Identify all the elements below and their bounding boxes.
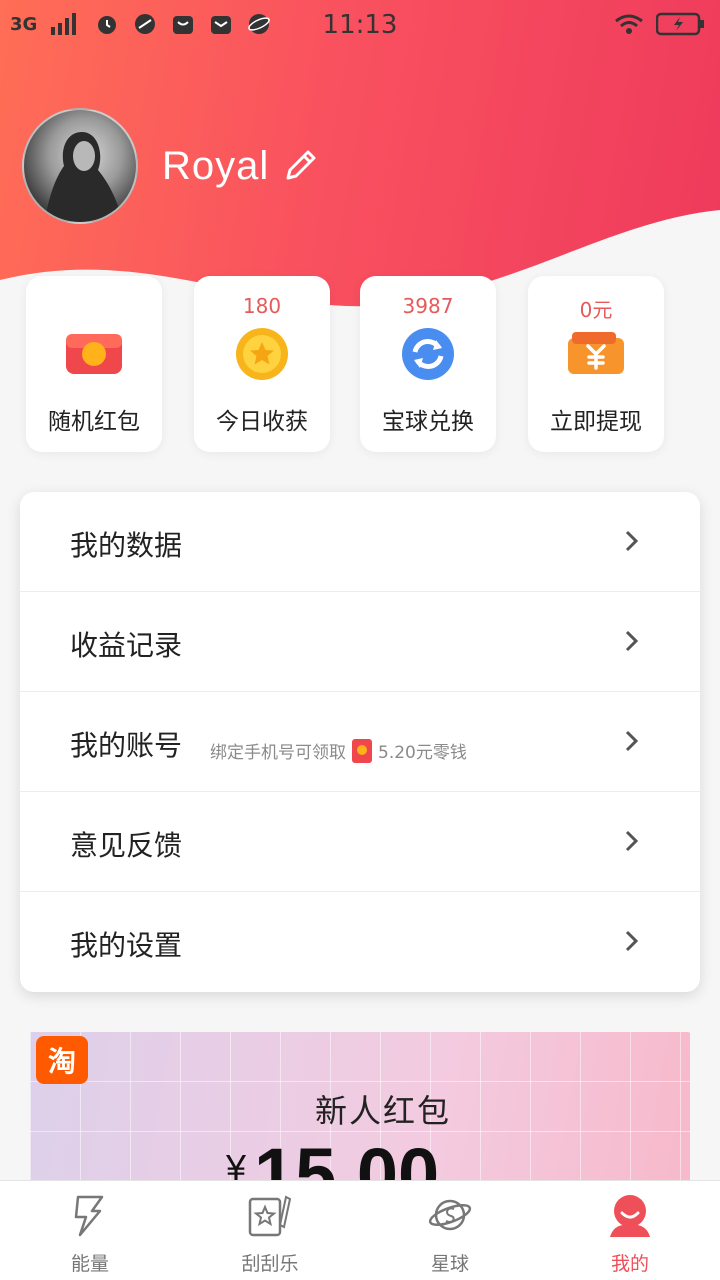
quick-actions: 随机红包 180 今日收获 3987 宝球兑换 0元 立即提现 xyxy=(0,276,720,456)
tab-label: 刮刮乐 xyxy=(241,1253,299,1275)
chevron-right-icon xyxy=(625,730,639,752)
menu-item-my-data[interactable]: 我的数据 xyxy=(20,492,700,592)
banner-currency: ¥ xyxy=(226,1147,247,1182)
tab-mine[interactable]: 我的 xyxy=(540,1181,720,1280)
chevron-right-icon xyxy=(625,930,639,952)
wifi-icon xyxy=(615,14,643,34)
banner-amount-value: 15.00 xyxy=(254,1133,440,1182)
bind-phone-hint-text: 绑定手机号可领取 xyxy=(210,743,346,763)
quick-action-count: 0元 xyxy=(579,298,613,322)
quick-action-count: 180 xyxy=(242,294,282,318)
clock: 11:13 xyxy=(322,10,398,40)
gold-coin-icon xyxy=(236,328,288,380)
username: Royal xyxy=(162,144,270,188)
menu-item-my-account[interactable]: 我的账号 绑定手机号可领取 5.20元零钱 xyxy=(20,692,700,792)
chevron-right-icon xyxy=(625,830,639,852)
new-user-red-envelope-banner[interactable]: 淘 新人红包 ¥15.00 xyxy=(30,1032,690,1182)
menu-item-settings[interactable]: 我的设置 xyxy=(20,892,700,992)
quick-action-count: 3987 xyxy=(402,294,454,318)
bind-phone-reward: 5.20元零钱 xyxy=(378,743,467,763)
profile-icon xyxy=(610,1195,650,1237)
quick-action-label: 立即提现 xyxy=(550,409,642,435)
quick-action-withdraw[interactable]: 0元 立即提现 xyxy=(528,276,664,452)
menu-item-label: 意见反馈 xyxy=(70,829,183,862)
menu-item-label: 我的账号 xyxy=(70,729,183,762)
red-envelope-icon xyxy=(66,334,122,374)
settings-menu: 我的数据 收益记录 我的账号 绑定手机号可领取 5.20元零钱 意见反馈 我的设… xyxy=(20,492,700,992)
taobao-logo: 淘 xyxy=(36,1036,88,1084)
lightning-icon xyxy=(74,1195,104,1237)
quick-action-label: 随机红包 xyxy=(48,409,140,435)
menu-item-feedback[interactable]: 意见反馈 xyxy=(20,792,700,892)
banner-title: 新人红包 xyxy=(314,1092,451,1130)
chevron-right-icon xyxy=(625,530,639,552)
quick-action-random-red-envelope[interactable]: 随机红包 xyxy=(26,276,162,452)
battery-icon xyxy=(656,12,704,36)
exchange-icon xyxy=(402,328,454,380)
planet-icon xyxy=(428,1199,472,1231)
quick-action-today-earnings[interactable]: 180 今日收获 xyxy=(194,276,330,452)
quick-action-label: 今日收获 xyxy=(216,409,308,435)
menu-item-label: 我的数据 xyxy=(70,529,183,562)
menu-item-label: 收益记录 xyxy=(70,629,183,662)
tab-energy[interactable]: 能量 xyxy=(0,1181,180,1280)
tab-label: 星球 xyxy=(430,1253,469,1275)
tab-planet[interactable]: 星球 xyxy=(360,1181,540,1280)
avatar[interactable] xyxy=(22,108,138,224)
tab-label: 能量 xyxy=(70,1253,109,1275)
avatar-photo xyxy=(44,132,123,222)
menu-item-label: 我的设置 xyxy=(70,929,183,962)
banner-amount: ¥15.00 xyxy=(226,1132,439,1182)
withdraw-ticket-icon xyxy=(568,332,624,374)
chevron-right-icon xyxy=(625,630,639,652)
status-bar: 3G 11:13 xyxy=(0,0,720,50)
quick-action-ball-exchange[interactable]: 3987 宝球兑换 xyxy=(360,276,496,452)
edit-pencil-icon[interactable] xyxy=(280,146,320,186)
red-envelope-icon xyxy=(352,738,372,763)
bottom-tab-bar: 能量 刮刮乐 星球 我的 xyxy=(0,1180,720,1280)
tab-scratch-card[interactable]: 刮刮乐 xyxy=(180,1181,360,1280)
tab-label: 我的 xyxy=(610,1253,649,1275)
menu-item-earnings-record[interactable]: 收益记录 xyxy=(20,592,700,692)
scratch-card-icon xyxy=(248,1195,292,1237)
quick-action-label: 宝球兑换 xyxy=(382,409,474,435)
bind-phone-hint: 绑定手机号可领取 5.20元零钱 xyxy=(210,738,467,763)
